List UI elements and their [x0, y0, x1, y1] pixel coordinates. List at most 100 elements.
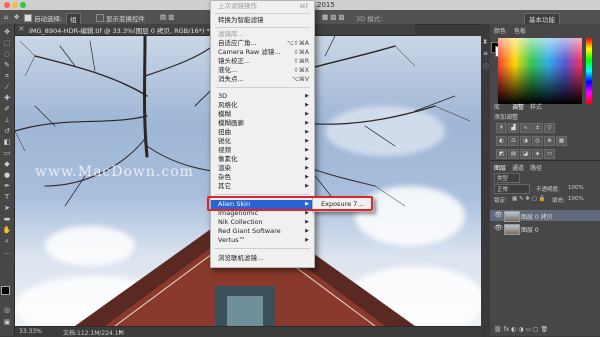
zoom-level[interactable]: 33.33% [19, 328, 42, 335]
menu-item-nik-collection[interactable]: Nik Collection ▶ [211, 218, 314, 227]
vibrance-icon[interactable]: ▽ [544, 123, 555, 133]
hue-slider[interactable] [586, 38, 592, 104]
healing-brush-tool-icon[interactable]: ✚ [2, 94, 12, 103]
menu-item-lens-correction[interactable]: 镜头校正... ⇧⌘R [211, 57, 314, 66]
menu-item-alien-skin[interactable]: Alien Skin ▶ [211, 200, 314, 209]
menu-item-noise[interactable]: 杂色 ▶ [211, 173, 314, 182]
layer-kind-filter[interactable]: 类型 [494, 173, 520, 183]
levels-icon[interactable]: ▟ [508, 123, 519, 133]
status-arrow-icon[interactable]: ▸ [119, 328, 122, 335]
curves-icon[interactable]: ∿ [520, 123, 531, 133]
gradient-map-icon[interactable]: ▭ [544, 149, 555, 159]
close-tab-icon[interactable]: × [18, 24, 25, 33]
clone-stamp-tool-icon[interactable]: ⊥ [2, 116, 12, 125]
tab-swatches[interactable]: 色板 [514, 26, 526, 35]
selective-color-icon[interactable]: ◈ [532, 149, 543, 159]
move-tool-icon[interactable]: ✥ [14, 13, 19, 21]
tab-layers[interactable]: 图层 [494, 163, 506, 172]
channel-mixer-icon[interactable]: ⊕ [544, 136, 555, 146]
menu-item-vanishing-point[interactable]: 消失点... ⌥⌘V [211, 75, 314, 84]
screen-mode-icon[interactable]: ▣ [2, 318, 12, 327]
brightness-icon[interactable]: ☀ [496, 123, 507, 133]
color-spectrum[interactable] [498, 38, 582, 104]
close-window-button[interactable] [4, 2, 10, 8]
tab-color[interactable]: 颜色 [494, 26, 506, 35]
foreground-color-swatch[interactable] [1, 286, 10, 295]
color-balance-icon[interactable]: ⚖ [508, 136, 519, 146]
threshold-icon[interactable]: ◪ [520, 149, 531, 159]
menu-item-pixelate[interactable]: 像素化 ▶ [211, 155, 314, 164]
lock-icons[interactable]: ▦ ✎ ✥ ▢ 🔒 [512, 196, 545, 202]
quick-select-tool-icon[interactable]: ✎ [2, 61, 12, 70]
menu-item-liquify[interactable]: 液化... ⇧⌘X [211, 66, 314, 75]
history-icon[interactable]: ⧗ [483, 38, 487, 46]
menu-item-3d[interactable]: 3D ▶ [211, 92, 314, 101]
gradient-tool-icon[interactable]: ▭ [2, 149, 12, 158]
blur-tool-icon[interactable]: ◆ [2, 160, 12, 169]
invert-icon[interactable]: ◩ [496, 149, 507, 159]
eye-icon[interactable]: 👁 [494, 211, 503, 219]
layer-row[interactable]: 👁 图层 0 拷贝 [490, 210, 600, 222]
align-icons[interactable]: ▤ ▥ [160, 13, 174, 21]
marquee-tool-icon[interactable]: ⬚ [2, 39, 12, 48]
eye-icon[interactable]: 👁 [494, 224, 503, 232]
type-tool-icon[interactable]: T [2, 193, 12, 202]
menu-item-convert-smart-filter[interactable]: 转换为智能滤镜 [211, 16, 314, 25]
menu-item-last-filter[interactable]: 上次滤镜操作 ⌘F [211, 2, 314, 11]
black-white-icon[interactable]: ◑ [520, 136, 531, 146]
history-brush-tool-icon[interactable]: ↺ [2, 127, 12, 136]
crop-tool-icon[interactable]: ⌗ [2, 72, 12, 81]
dodge-tool-icon[interactable]: ● [2, 171, 12, 180]
zoom-tool-icon[interactable]: ⌕ [2, 237, 12, 246]
menu-item-adaptive-wide-angle[interactable]: 自适应广角... ⌥⇧⌘A [211, 39, 314, 48]
minimize-window-button[interactable] [12, 2, 18, 8]
opacity-value[interactable]: 100% [568, 185, 584, 191]
shape-tool-icon[interactable]: ▬ [2, 215, 12, 224]
move-tool-icon[interactable]: ✥ [2, 28, 12, 37]
menu-item-render[interactable]: 渲染 ▶ [211, 164, 314, 173]
menu-item-blur-gallery[interactable]: 模糊画廊 ▶ [211, 119, 314, 128]
hand-tool-icon[interactable]: ✋ [2, 226, 12, 235]
hue-saturation-icon[interactable]: ◐ [496, 136, 507, 146]
posterize-icon[interactable]: ▤ [508, 149, 519, 159]
submenu-item-exposure[interactable]: Exposure 7... [321, 200, 364, 208]
eraser-tool-icon[interactable]: ◧ [2, 138, 12, 147]
info-icon[interactable]: ⓘ [483, 62, 489, 71]
properties-icon[interactable]: ≡ [483, 50, 488, 57]
more-tools-icon[interactable]: … [2, 248, 12, 257]
tab-styles[interactable]: 样式 [530, 102, 542, 111]
home-icon[interactable]: ⌂ [4, 13, 8, 21]
path-select-tool-icon[interactable]: ➤ [2, 204, 12, 213]
fill-value[interactable]: 100% [568, 196, 584, 202]
menu-item-imagenomic[interactable]: Imagenomic ▶ [211, 209, 314, 218]
auto-select-checkbox[interactable]: 自动选择: [24, 13, 62, 23]
pen-tool-icon[interactable]: ✒ [2, 182, 12, 191]
menu-item-distort[interactable]: 扭曲 ▶ [211, 128, 314, 137]
tab-channels[interactable]: 通道 [512, 163, 524, 172]
menu-item-sharpen[interactable]: 锐化 ▶ [211, 137, 314, 146]
show-transform-checkbox[interactable]: 显示变换控件 [96, 13, 145, 23]
quick-mask-icon[interactable]: ◎ [2, 306, 12, 315]
menu-item-filter-gallery[interactable]: 滤镜库... [211, 30, 314, 39]
tab-paths[interactable]: 路径 [530, 163, 542, 172]
photo-filter-icon[interactable]: ◎ [532, 136, 543, 146]
menu-item-blur[interactable]: 模糊 ▶ [211, 110, 314, 119]
layer-footer-icons[interactable]: ⛓ fx ◐ ◑ ▭ ▢ 🗑 [494, 326, 548, 333]
exposure-icon[interactable]: ± [532, 123, 543, 133]
menu-item-red-giant[interactable]: Red Giant Software ▶ [211, 227, 314, 236]
color-lookup-icon[interactable]: ▦ [556, 136, 567, 146]
tab-libraries[interactable]: 库 [494, 102, 500, 111]
menu-item-camera-raw[interactable]: Camera Raw 滤镜... ⇧⌘A [211, 48, 314, 57]
brush-tool-icon[interactable]: ✐ [2, 105, 12, 114]
layer-row[interactable]: 👁 图层 0 [490, 223, 600, 235]
menu-item-vertus[interactable]: Vertus™ ▶ [211, 236, 314, 245]
eyedropper-tool-icon[interactable]: ⁄ [2, 83, 12, 92]
tab-adjustments[interactable]: 调整 [512, 102, 524, 111]
menu-item-other[interactable]: 其它 ▶ [211, 182, 314, 191]
zoom-window-button[interactable] [20, 2, 26, 8]
menu-item-stylize[interactable]: 风格化 ▶ [211, 101, 314, 110]
blend-mode-dropdown[interactable]: 正常 [494, 184, 530, 194]
lasso-tool-icon[interactable]: ◌ [2, 50, 12, 59]
menu-item-browse-online-filters[interactable]: 浏览联机滤镜... [211, 254, 314, 263]
menu-item-video[interactable]: 视频 ▶ [211, 146, 314, 155]
